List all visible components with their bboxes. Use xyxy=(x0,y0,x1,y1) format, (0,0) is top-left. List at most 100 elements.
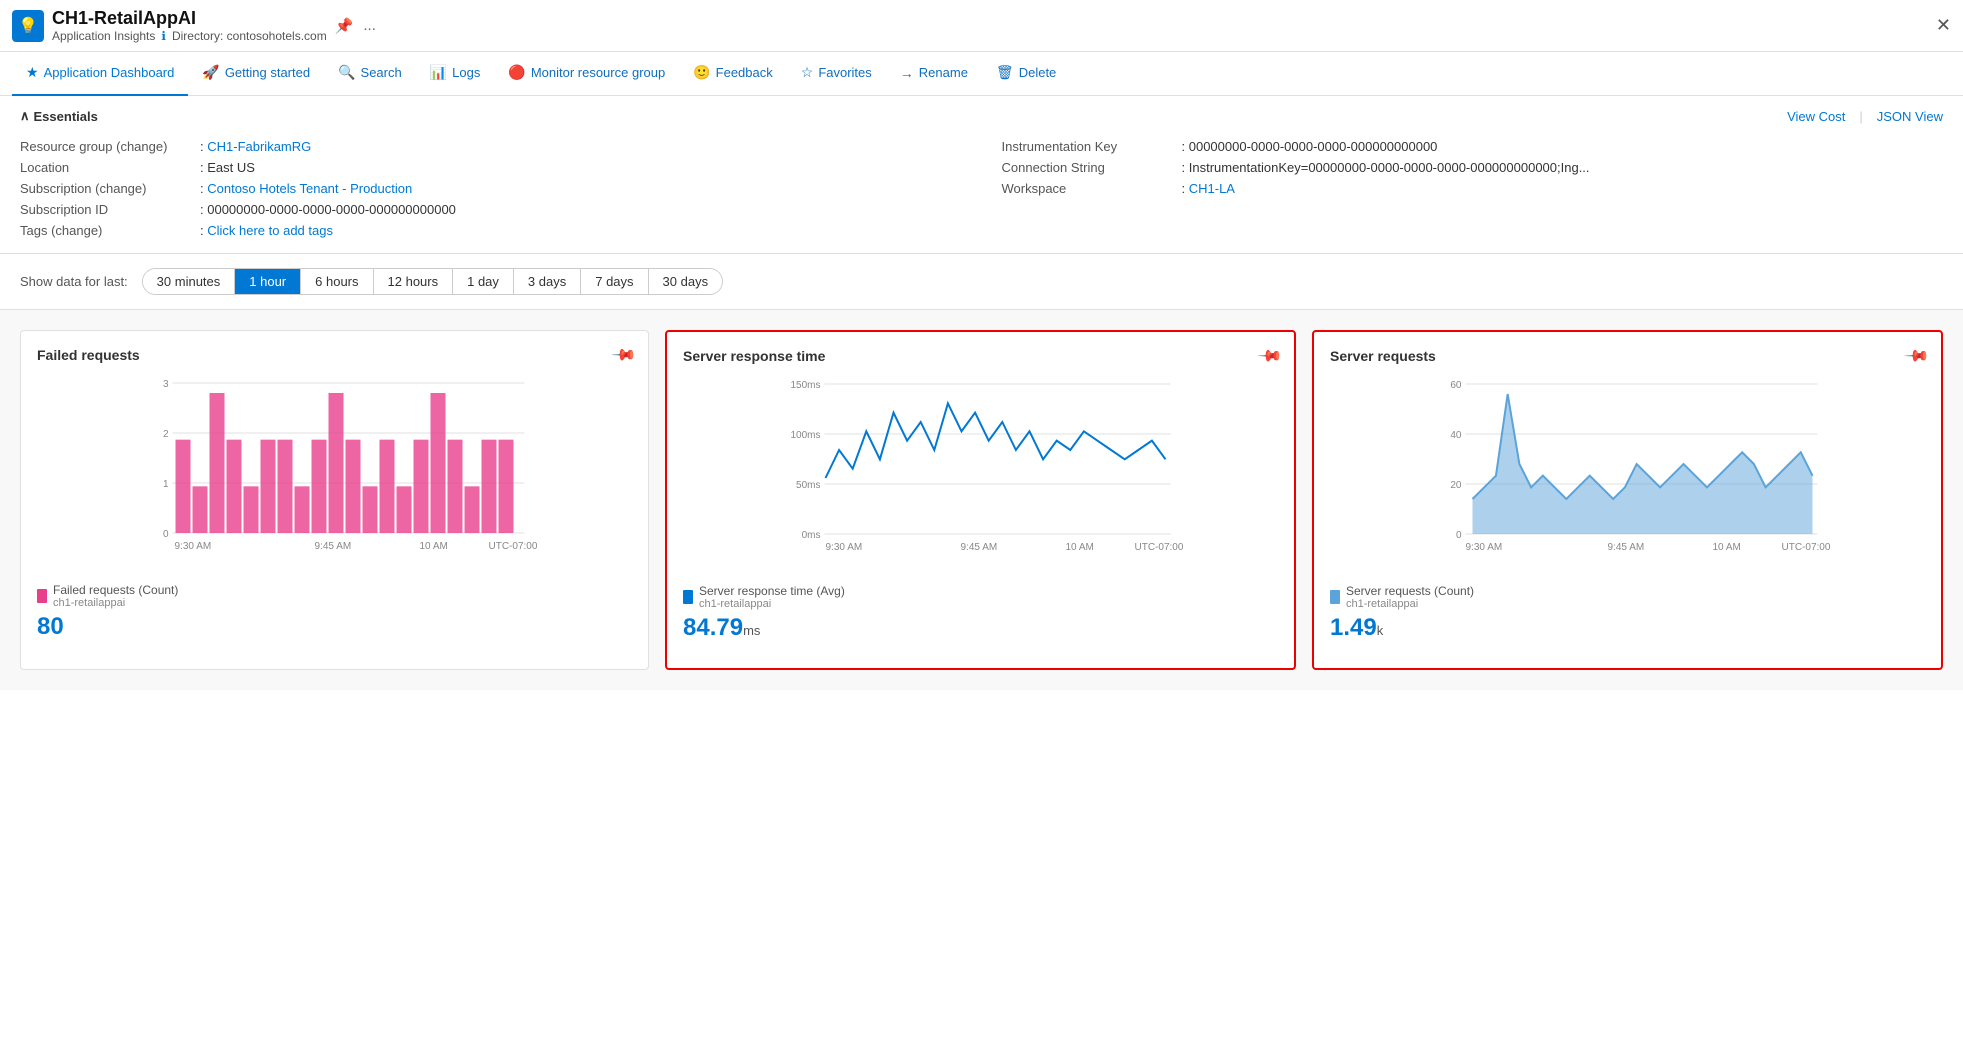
legend-text: Server response time (Avg) ch1-retailapp… xyxy=(699,584,845,610)
nav-label-feedback: Feedback xyxy=(716,65,773,80)
essentials-key: Subscription ID xyxy=(20,202,200,217)
essentials-actions: View Cost | JSON View xyxy=(1787,109,1943,124)
svg-text:9:30 AM: 9:30 AM xyxy=(175,541,212,552)
essentials-val: : InstrumentationKey=00000000-0000-0000-… xyxy=(1182,160,1944,175)
nav-item-getting-started[interactable]: 🚀 Getting started xyxy=(188,52,324,96)
svg-text:40: 40 xyxy=(1450,430,1462,441)
title-bar: 💡 CH1-RetailAppAI Application Insights ℹ… xyxy=(0,0,1963,52)
legend-swatch xyxy=(1330,590,1340,604)
time-pill-1day[interactable]: 1 day xyxy=(453,269,514,294)
nav-item-monitor-rg[interactable]: 🔴 Monitor resource group xyxy=(494,52,679,96)
app-icon: 💡 xyxy=(12,10,44,42)
chart-card-server-response-time: Server response time 📌 150ms100ms50ms0ms… xyxy=(665,330,1296,670)
time-pill-12hr[interactable]: 12 hours xyxy=(374,269,454,294)
time-pill-1hr[interactable]: 1 hour xyxy=(235,269,301,294)
nav-label-favorites: Favorites xyxy=(818,65,871,80)
svg-text:9:45 AM: 9:45 AM xyxy=(961,542,998,553)
essentials-value: 00000000-0000-0000-0000-000000000000 xyxy=(1189,139,1438,154)
essentials-val: : 00000000-0000-0000-0000-000000000000 xyxy=(1182,139,1944,154)
chart-metric: 1.49k xyxy=(1330,614,1925,642)
time-pill-30min[interactable]: 30 minutes xyxy=(143,269,236,294)
essentials-row: Location: East US xyxy=(20,157,962,178)
time-filter-label: Show data for last: xyxy=(20,274,128,289)
chart-svg-wrap: 3210 9:30 AM 9:45 AM 10 AM UTC-07:00 xyxy=(37,373,632,573)
nav-icon-search: 🔍 xyxy=(338,64,355,81)
nav-item-rename[interactable]: → Rename xyxy=(886,52,982,96)
chart-card-failed-requests: Failed requests 📌 3210 9:30 AM 9:45 AM 1… xyxy=(20,330,649,670)
svg-text:UTC-07:00: UTC-07:00 xyxy=(1135,542,1184,553)
nav-item-logs[interactable]: 📊Logs xyxy=(416,52,495,96)
essentials-key: Instrumentation Key xyxy=(1002,139,1182,154)
essentials-row: Connection String: InstrumentationKey=00… xyxy=(1002,157,1944,178)
essentials-val: : CH1-FabrikamRG xyxy=(200,139,962,154)
nav-label-logs: Logs xyxy=(452,65,480,80)
nav-label-rename: Rename xyxy=(919,65,968,80)
essentials-section: ∧ Essentials View Cost | JSON View Resou… xyxy=(0,96,1963,254)
svg-text:0: 0 xyxy=(163,529,169,540)
essentials-val: : CH1-LA xyxy=(1182,181,1944,196)
time-pill-7days[interactable]: 7 days xyxy=(581,269,648,294)
legend-label: Server requests (Count) xyxy=(1346,584,1474,598)
svg-text:9:30 AM: 9:30 AM xyxy=(826,542,863,553)
essentials-value-link[interactable]: CH1-LA xyxy=(1189,181,1235,196)
svg-text:150ms: 150ms xyxy=(790,380,820,391)
nav-item-favorites[interactable]: ☆Favorites xyxy=(787,52,886,96)
essentials-value-link[interactable]: CH1-FabrikamRG xyxy=(207,139,311,154)
chart-metric: 84.79ms xyxy=(683,614,1278,642)
chart-svg-wrap: 150ms100ms50ms0ms 9:30 AM 9:45 AM 10 AM … xyxy=(683,374,1278,574)
app-subtitle: Application Insights ℹ Directory: contos… xyxy=(52,29,327,43)
nav-item-app-dashboard[interactable]: ★Application Dashboard xyxy=(12,52,188,96)
chart-title: Server requests xyxy=(1330,348,1925,364)
svg-text:2: 2 xyxy=(163,429,169,440)
nav-icon-monitor-rg: 🔴 xyxy=(508,64,525,81)
nav-icon-rename: → xyxy=(900,65,914,81)
essentials-row: Subscription (change): Contoso Hotels Te… xyxy=(20,178,962,199)
svg-text:0: 0 xyxy=(1456,530,1462,541)
nav-item-search[interactable]: 🔍 Search xyxy=(324,52,416,96)
legend-swatch xyxy=(37,589,47,603)
svg-text:3: 3 xyxy=(163,379,169,390)
essentials-key: Tags (change) xyxy=(20,223,200,238)
essentials-row: Workspace: CH1-LA xyxy=(1002,178,1944,199)
essentials-value-link[interactable]: Click here to add tags xyxy=(207,223,333,238)
svg-text:50ms: 50ms xyxy=(796,480,820,491)
subtitle-label: Application Insights xyxy=(52,29,155,43)
charts-area: Failed requests 📌 3210 9:30 AM 9:45 AM 1… xyxy=(0,310,1963,690)
close-button[interactable]: ✕ xyxy=(1936,15,1951,36)
nav-item-feedback[interactable]: 🙂 Feedback xyxy=(679,52,787,96)
nav-icon-feedback: 🙂 xyxy=(693,64,710,81)
chart-legend: Server requests (Count) ch1-retailappai xyxy=(1330,584,1925,610)
time-pill-30days[interactable]: 30 days xyxy=(649,269,723,294)
pin-icon[interactable]: 📌 xyxy=(1256,342,1284,370)
svg-text:0ms: 0ms xyxy=(802,530,821,541)
svg-text:9:45 AM: 9:45 AM xyxy=(315,541,352,552)
info-icon: ℹ xyxy=(161,29,166,43)
pin-button[interactable]: 📌 xyxy=(335,17,354,35)
essentials-key: Subscription (change) xyxy=(20,181,200,196)
view-cost-link[interactable]: View Cost xyxy=(1787,109,1845,124)
title-info: CH1-RetailAppAI Application Insights ℹ D… xyxy=(52,8,327,43)
pin-icon[interactable]: 📌 xyxy=(1903,342,1931,370)
nav-label-monitor-rg: Monitor resource group xyxy=(531,65,665,80)
nav-icon-getting-started: 🚀 xyxy=(202,64,219,81)
time-pill-6hr[interactable]: 6 hours xyxy=(301,269,373,294)
essentials-value-link[interactable]: Contoso Hotels Tenant - Production xyxy=(207,181,412,196)
pin-icon[interactable]: 📌 xyxy=(610,341,638,369)
nav-label-search: Search xyxy=(361,65,402,80)
nav-label-delete: Delete xyxy=(1019,65,1057,80)
svg-text:100ms: 100ms xyxy=(790,430,820,441)
time-filter-section: Show data for last: 30 minutes1 hour6 ho… xyxy=(0,254,1963,310)
json-view-link[interactable]: JSON View xyxy=(1877,109,1943,124)
collapse-icon[interactable]: ∧ xyxy=(20,108,30,124)
essentials-row: Resource group (change): CH1-FabrikamRG xyxy=(20,136,962,157)
essentials-label: Essentials xyxy=(34,109,98,124)
legend-label: Server response time (Avg) xyxy=(699,584,845,598)
more-button[interactable]: ... xyxy=(363,17,376,34)
nav-icon-app-dashboard: ★ xyxy=(26,64,39,81)
time-pill-3days[interactable]: 3 days xyxy=(514,269,581,294)
chart-title: Failed requests xyxy=(37,347,632,363)
essentials-title: ∧ Essentials xyxy=(20,108,98,124)
svg-text:10 AM: 10 AM xyxy=(1066,542,1094,553)
nav-label-getting-started: Getting started xyxy=(225,65,310,80)
nav-item-delete[interactable]: 🗑Delete xyxy=(982,52,1070,96)
